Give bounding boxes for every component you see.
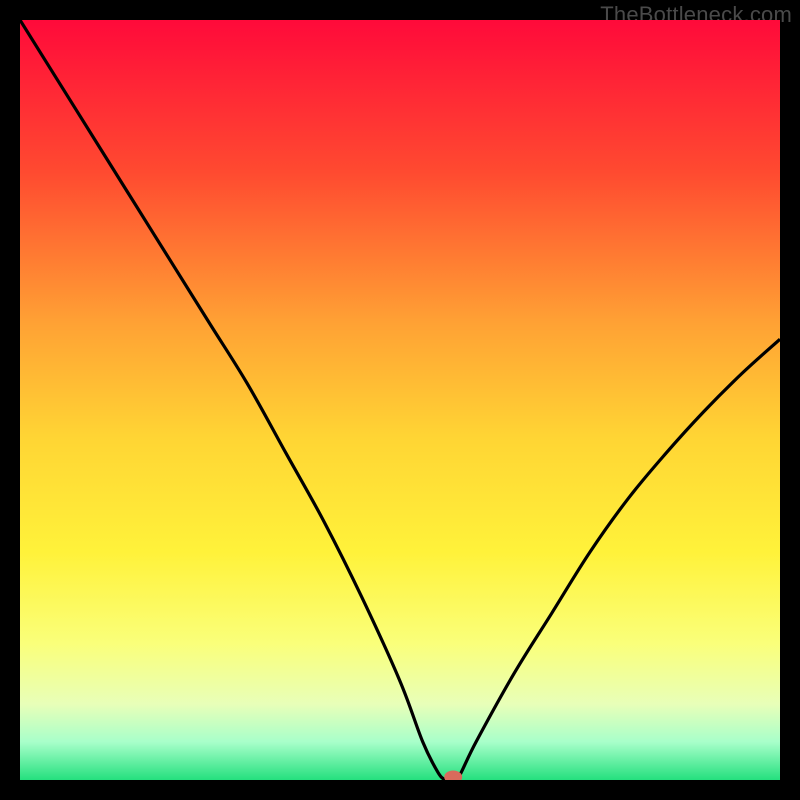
chart-background — [20, 20, 780, 780]
chart-container: TheBottleneck.com — [0, 0, 800, 800]
chart-svg — [20, 20, 780, 780]
plot-area — [20, 20, 780, 780]
